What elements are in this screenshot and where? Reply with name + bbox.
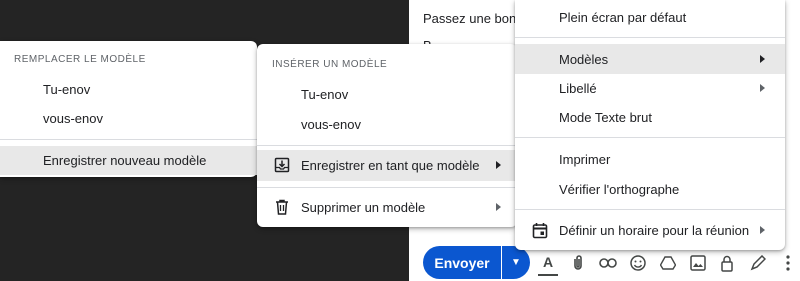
menu-divider xyxy=(515,137,785,138)
more-item-spellcheck[interactable]: Vérifier l'orthographe xyxy=(515,175,785,203)
replace-template-header: REMPLACER LE MODÈLE xyxy=(14,54,146,65)
replace-item-vous-enov[interactable]: vous-enov xyxy=(0,104,257,132)
send-options-button[interactable]: ▼ xyxy=(502,246,530,279)
menu-item-label: Plein écran par défaut xyxy=(559,9,687,25)
insert-item-tu-enov[interactable]: Tu-enov xyxy=(257,80,517,108)
menu-item-label: Définir un horaire pour la réunion xyxy=(559,222,750,238)
drive-icon[interactable] xyxy=(653,250,683,276)
insert-template-menu: INSÉRER UN MODÈLE Tu-enov vous-enov Enre… xyxy=(257,44,517,227)
link-icon[interactable] xyxy=(593,250,623,276)
more-item-label[interactable]: Libellé xyxy=(515,74,785,102)
menu-item-label: Vérifier l'orthographe xyxy=(559,181,680,197)
send-group: Envoyer ▼ xyxy=(423,246,530,279)
submenu-arrow-icon xyxy=(496,161,501,169)
menu-item-label: Libellé xyxy=(559,80,597,96)
menu-divider xyxy=(515,37,785,38)
menu-item-label: Enregistrer en tant que modèle xyxy=(301,158,480,173)
replace-item-save-new[interactable]: Enregistrer nouveau modèle xyxy=(0,146,257,175)
lock-clock-icon[interactable] xyxy=(713,250,743,276)
menu-divider xyxy=(0,139,257,140)
insert-template-header: INSÉRER UN MODÈLE xyxy=(272,59,388,70)
insert-item-save-as-template[interactable]: Enregistrer en tant que modèle xyxy=(257,150,517,181)
caret-down-icon: ▼ xyxy=(511,257,521,268)
insert-item-delete-template[interactable]: Supprimer un modèle xyxy=(257,193,517,221)
insert-item-vous-enov[interactable]: vous-enov xyxy=(257,110,517,138)
submenu-arrow-icon xyxy=(760,84,765,92)
menu-item-label: Mode Texte brut xyxy=(559,109,652,125)
photo-icon[interactable] xyxy=(683,250,713,276)
replace-item-tu-enov[interactable]: Tu-enov xyxy=(0,75,257,103)
format-toolbar: A xyxy=(533,250,800,276)
menu-divider xyxy=(515,209,785,210)
menu-item-label: Modèles xyxy=(559,51,609,67)
menu-item-label: Tu-enov xyxy=(301,86,349,102)
menu-item-label: vous-enov xyxy=(301,116,361,132)
menu-item-label: Tu-enov xyxy=(43,81,91,97)
calendar-icon xyxy=(531,221,549,239)
more-options-menu: Plein écran par défaut Modèles Libellé M… xyxy=(515,0,785,250)
signature-icon[interactable] xyxy=(743,250,773,276)
replace-template-menu: REMPLACER LE MODÈLE Tu-enov vous-enov En… xyxy=(0,41,257,177)
more-item-schedule-meeting[interactable]: Définir un horaire pour la réunion xyxy=(515,216,785,244)
menu-divider xyxy=(257,145,517,146)
more-item-fullscreen[interactable]: Plein écran par défaut xyxy=(515,3,785,31)
more-item-templates[interactable]: Modèles xyxy=(515,44,785,74)
submenu-arrow-icon xyxy=(760,226,765,234)
more-item-print[interactable]: Imprimer xyxy=(515,145,785,173)
format-text-icon[interactable]: A xyxy=(538,250,558,276)
emoji-icon[interactable] xyxy=(623,250,653,276)
submenu-arrow-icon xyxy=(496,203,501,211)
send-button[interactable]: Envoyer xyxy=(423,246,501,279)
more-item-plain-text[interactable]: Mode Texte brut xyxy=(515,103,785,131)
submenu-arrow-icon xyxy=(760,55,765,63)
trash-icon xyxy=(273,198,291,216)
menu-divider xyxy=(257,187,517,188)
compose-body-text[interactable]: Passez une bonn xyxy=(423,11,523,26)
menu-item-label: Enregistrer nouveau modèle xyxy=(43,153,207,168)
menu-item-label: Imprimer xyxy=(559,151,611,167)
menu-item-label: Supprimer un modèle xyxy=(301,199,426,215)
attach-icon[interactable] xyxy=(563,250,593,276)
menu-item-label: vous-enov xyxy=(43,110,103,126)
more-icon[interactable] xyxy=(773,250,800,276)
save-template-icon xyxy=(273,156,291,174)
